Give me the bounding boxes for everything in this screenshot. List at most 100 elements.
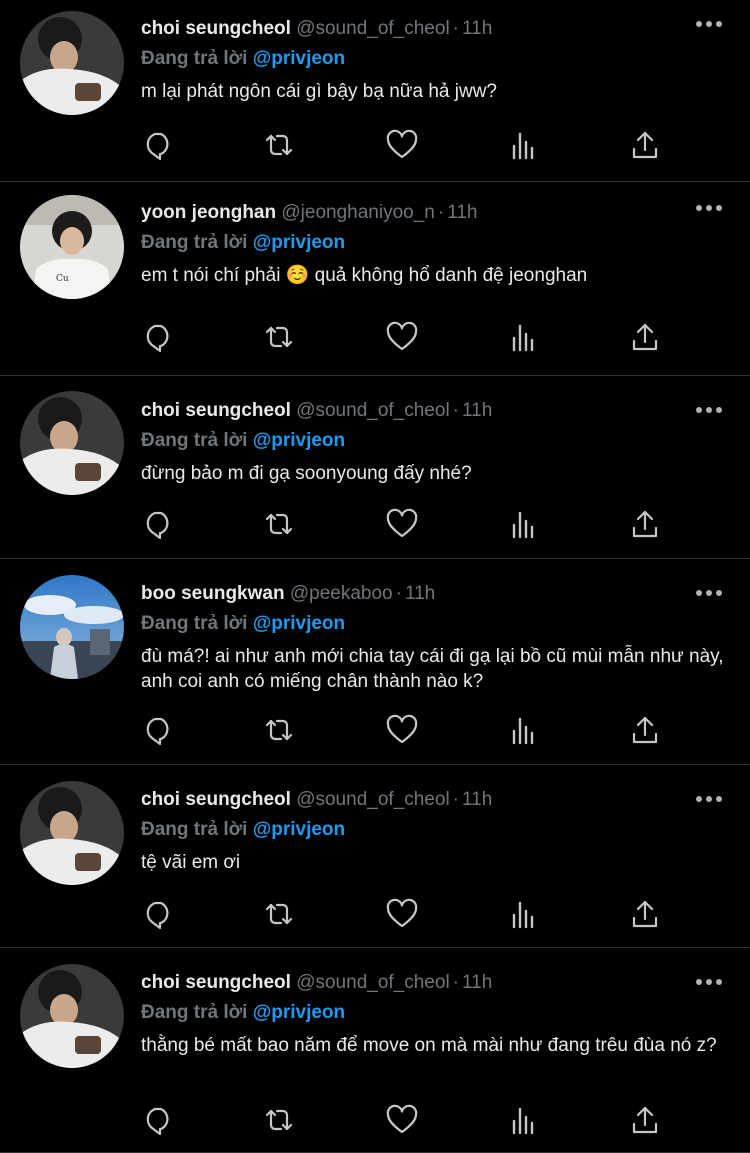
- reply-icon[interactable]: [141, 320, 175, 354]
- share-icon[interactable]: [628, 897, 662, 931]
- reply-context: Đang trả lời @privjeon: [141, 426, 730, 456]
- mention-link[interactable]: @privjeon: [253, 819, 345, 840]
- like-icon[interactable]: [385, 507, 419, 541]
- user-handle[interactable]: @peekaboo: [290, 583, 393, 604]
- analytics-icon[interactable]: [507, 897, 541, 931]
- tweet[interactable]: Cu yoon jeonghan @jeonghaniyoo_n · 11h Đan…: [0, 182, 750, 376]
- reply-prefix: Đang trả lời: [141, 819, 248, 840]
- separator-dot: ·: [437, 202, 445, 223]
- tweet[interactable]: choi seungcheol @sound_of_cheol · 11h Đang…: [0, 0, 750, 182]
- tweet-time[interactable]: 11h: [462, 789, 492, 810]
- tweet-header: choi seungcheol @sound_of_cheol · 11h: [141, 396, 730, 426]
- reply-icon[interactable]: [141, 128, 175, 162]
- user-handle[interactable]: @sound_of_cheol: [296, 18, 449, 39]
- user-handle[interactable]: @sound_of_cheol: [296, 400, 449, 421]
- reply-prefix: Đang trả lời: [141, 613, 248, 634]
- retweet-icon[interactable]: [262, 1103, 296, 1137]
- tweet[interactable]: choi seungcheol @sound_of_cheol · 11h Đang…: [0, 376, 750, 559]
- retweet-icon[interactable]: [262, 128, 296, 162]
- tweet[interactable]: choi seungcheol @sound_of_cheol · 11h Đang…: [0, 765, 750, 948]
- display-name[interactable]: choi seungcheol: [141, 789, 291, 810]
- more-icon[interactable]: [696, 794, 722, 804]
- share-icon[interactable]: [628, 320, 662, 354]
- display-name[interactable]: choi seungcheol: [141, 400, 291, 421]
- mention-link[interactable]: @privjeon: [253, 1002, 345, 1023]
- tweet-text: đù má?! ai như anh mới chia tay cái đi g…: [141, 646, 724, 692]
- reply-icon[interactable]: [141, 1103, 175, 1137]
- reply-context: Đang trả lời @privjeon: [141, 228, 730, 258]
- like-icon[interactable]: [385, 897, 419, 931]
- tweet-time[interactable]: 11h: [462, 18, 492, 39]
- like-icon[interactable]: [385, 320, 419, 354]
- tweet-time[interactable]: 11h: [462, 400, 492, 421]
- share-icon[interactable]: [628, 128, 662, 162]
- analytics-icon[interactable]: [507, 128, 541, 162]
- tweet-text: em t nói chí phải ☺️ quả không hổ danh đ…: [141, 265, 588, 286]
- avatar[interactable]: [20, 575, 124, 679]
- analytics-icon[interactable]: [507, 1103, 541, 1137]
- like-icon[interactable]: [385, 1103, 419, 1137]
- reply-context: Đang trả lời @privjeon: [141, 44, 730, 74]
- avatar[interactable]: [20, 391, 124, 495]
- tweet-text: đừng bảo m đi gạ soonyoung đấy nhé?: [141, 463, 472, 484]
- avatar[interactable]: Cu: [20, 195, 124, 299]
- tweet-header: choi seungcheol @sound_of_cheol · 11h: [141, 14, 730, 44]
- analytics-icon[interactable]: [507, 507, 541, 541]
- separator-dot: ·: [452, 400, 459, 421]
- retweet-icon[interactable]: [262, 507, 296, 541]
- tweet-header: boo seungkwan @peekaboo · 11h: [141, 579, 730, 609]
- tweet-text: thằng bé mất bao năm để move on mà mài n…: [141, 1035, 717, 1056]
- user-handle[interactable]: @sound_of_cheol: [296, 972, 449, 993]
- share-icon[interactable]: [628, 1103, 662, 1137]
- retweet-icon[interactable]: [262, 713, 296, 747]
- action-bar: [141, 1103, 681, 1137]
- more-icon[interactable]: [696, 19, 722, 29]
- share-icon[interactable]: [628, 713, 662, 747]
- tweet-time[interactable]: 11h: [447, 202, 477, 223]
- tweet[interactable]: boo seungkwan @peekaboo · 11h Đang trả lời…: [0, 559, 750, 765]
- avatar[interactable]: [20, 964, 124, 1068]
- user-handle[interactable]: @jeonghaniyoo_n: [281, 202, 434, 223]
- display-name[interactable]: choi seungcheol: [141, 972, 291, 993]
- reply-prefix: Đang trả lời: [141, 232, 248, 253]
- like-icon[interactable]: [385, 713, 419, 747]
- tweet-time[interactable]: 11h: [405, 583, 435, 604]
- display-name[interactable]: boo seungkwan: [141, 583, 285, 604]
- more-icon[interactable]: [696, 203, 722, 213]
- more-icon[interactable]: [696, 977, 722, 987]
- separator-dot: ·: [452, 18, 459, 39]
- action-bar: [141, 713, 681, 747]
- display-name[interactable]: choi seungcheol: [141, 18, 291, 39]
- reply-icon[interactable]: [141, 897, 175, 931]
- reply-icon[interactable]: [141, 713, 175, 747]
- reply-icon[interactable]: [141, 507, 175, 541]
- reply-context: Đang trả lời @privjeon: [141, 609, 730, 639]
- action-bar: [141, 897, 681, 931]
- like-icon[interactable]: [385, 128, 419, 162]
- retweet-icon[interactable]: [262, 320, 296, 354]
- mention-link[interactable]: @privjeon: [253, 232, 345, 253]
- avatar[interactable]: [20, 781, 124, 885]
- analytics-icon[interactable]: [507, 713, 541, 747]
- reply-prefix: Đang trả lời: [141, 1002, 248, 1023]
- share-icon[interactable]: [628, 507, 662, 541]
- display-name[interactable]: yoon jeonghan: [141, 202, 276, 223]
- separator-dot: ·: [452, 789, 459, 810]
- mention-link[interactable]: @privjeon: [253, 613, 345, 634]
- avatar[interactable]: [20, 11, 124, 115]
- tweet-header: yoon jeonghan @jeonghaniyoo_n · 11h: [141, 198, 730, 228]
- tweet[interactable]: choi seungcheol @sound_of_cheol · 11h Đang…: [0, 948, 750, 1153]
- retweet-icon[interactable]: [262, 897, 296, 931]
- more-icon[interactable]: [696, 405, 722, 415]
- reply-context: Đang trả lời @privjeon: [141, 998, 730, 1028]
- reply-prefix: Đang trả lời: [141, 48, 248, 69]
- mention-link[interactable]: @privjeon: [253, 48, 345, 69]
- mention-link[interactable]: @privjeon: [253, 430, 345, 451]
- tweet-text: m lại phát ngôn cái gì bậy bạ nữa hả jww…: [141, 81, 497, 102]
- user-handle[interactable]: @sound_of_cheol: [296, 789, 449, 810]
- reply-context: Đang trả lời @privjeon: [141, 815, 730, 845]
- separator-dot: ·: [452, 972, 459, 993]
- more-icon[interactable]: [696, 588, 722, 598]
- analytics-icon[interactable]: [507, 320, 541, 354]
- tweet-time[interactable]: 11h: [462, 972, 492, 993]
